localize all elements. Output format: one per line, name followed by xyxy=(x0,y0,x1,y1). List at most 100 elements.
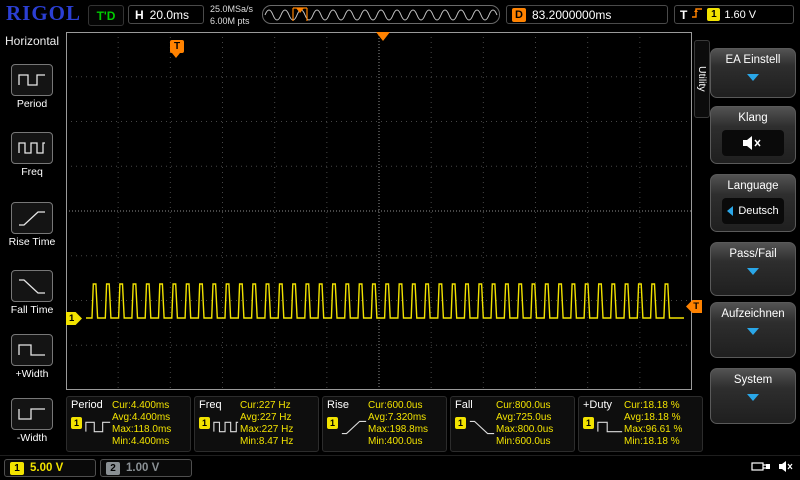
channel-status-bar: 1 5.00 V 2 1.00 V xyxy=(0,455,800,480)
trigger-display: T 1 1.60 V xyxy=(674,5,794,24)
measurement-stats: Avg:725.0us Max:800.0us Min:600.0us xyxy=(496,412,554,447)
horizontal-measure-menu: Horizontal Period Freq Rise Time Fall Ti… xyxy=(0,30,64,455)
measurement-plus-duty: +Duty Cur:18.18 % 1 Avg:18.18 % Max:96.6… xyxy=(578,396,703,452)
softkey-label: Freq xyxy=(21,166,43,178)
softkey-label: Fall Time xyxy=(10,304,54,316)
channel1-status[interactable]: 1 5.00 V xyxy=(4,459,96,477)
delay-label: D xyxy=(512,7,526,22)
softkey-label: Period xyxy=(16,98,48,110)
channel-badge: 1 xyxy=(327,417,338,429)
timebase-label: H xyxy=(135,7,144,22)
timebase-value: 20.0ms xyxy=(149,7,190,22)
delay-display: D 83.2000000ms xyxy=(506,5,668,24)
status-icons xyxy=(751,460,794,473)
sound-value-box xyxy=(722,130,784,156)
measurement-cur: Cur:800.0us xyxy=(496,400,551,411)
freq-glyph-icon xyxy=(213,421,239,433)
channel-badge: 1 xyxy=(455,417,466,429)
timebase-display: H 20.0ms xyxy=(128,5,204,24)
channel1-marker-label: 1 xyxy=(69,313,75,324)
plus-width-icon xyxy=(11,334,53,366)
rigol-logo: RIGOL xyxy=(6,1,82,25)
rise-glyph-icon xyxy=(341,420,367,435)
freq-icon xyxy=(11,132,53,164)
menu-button-pass-fail[interactable]: Pass/Fail xyxy=(710,242,796,296)
softkey-label: +Width xyxy=(15,368,49,380)
softkey-plus-width[interactable]: +Width xyxy=(0,334,64,380)
measurement-cur: Cur:18.18 % xyxy=(624,400,680,411)
usb-icon xyxy=(751,462,770,471)
menu-button-system[interactable]: System xyxy=(710,368,796,424)
measurement-cur: Cur:4.400ms xyxy=(112,400,170,411)
chevron-down-icon xyxy=(747,74,759,81)
measurement-fall: Fall Cur:800.0us 1 Avg:725.0us Max:800.0… xyxy=(450,396,575,452)
softkey-label: Rise Time xyxy=(8,236,56,248)
softkey-period[interactable]: Period xyxy=(0,64,64,110)
chevron-down-icon xyxy=(747,268,759,275)
speaker-icon xyxy=(779,461,793,472)
trigger-label: T xyxy=(680,7,688,22)
softkey-fall-time[interactable]: Fall Time xyxy=(0,270,64,316)
trigger-position-marker[interactable]: T xyxy=(170,40,184,58)
rise-time-icon xyxy=(11,202,53,234)
sample-rate: 25.0MSa/s xyxy=(210,4,254,14)
minus-width-icon xyxy=(11,398,53,430)
speaker-mute-icon xyxy=(743,136,761,150)
measurement-freq: Freq Cur:227 Hz 1 Avg:227 Hz Max:227 Hz … xyxy=(194,396,319,452)
measurement-name: Freq xyxy=(199,399,222,411)
measurement-bar: Period Cur:4.400ms 1 Avg:4.400ms Max:118… xyxy=(66,396,703,452)
channel1-badge: 1 xyxy=(10,461,24,475)
memory-position-bar[interactable] xyxy=(262,5,500,24)
measurement-stats: Avg:227 Hz Max:227 Hz Min:8.47 Hz xyxy=(240,412,294,447)
period-icon xyxy=(11,64,53,96)
utility-menu-tab: Utility xyxy=(694,40,710,118)
waveform-display-area xyxy=(66,32,692,390)
acquisition-info: 25.0MSa/s 6.00M pts xyxy=(210,4,253,27)
measurement-name: +Duty xyxy=(583,399,613,411)
duty-glyph-icon xyxy=(597,421,623,433)
menu-button-sound[interactable]: Klang xyxy=(710,106,796,164)
utility-menu: Utility EA Einstell Klang Language Deuts… xyxy=(694,30,800,455)
measurement-name: Period xyxy=(71,399,103,411)
channel-badge: 1 xyxy=(199,417,210,429)
measurement-name: Rise xyxy=(327,399,350,411)
top-status-bar: RIGOL T'D H 20.0ms 25.0MSa/s 6.00M pts D… xyxy=(0,0,800,30)
softkey-rise-time[interactable]: Rise Time xyxy=(0,202,64,248)
language-value-box: Deutsch xyxy=(722,198,784,224)
menu-button-io-setup[interactable]: EA Einstell xyxy=(710,48,796,98)
measurement-cur: Cur:227 Hz xyxy=(240,400,291,411)
channel2-badge: 2 xyxy=(106,461,120,475)
delay-value: 83.2000000ms xyxy=(532,7,612,22)
fall-glyph-icon xyxy=(469,420,495,435)
chevron-left-icon xyxy=(727,206,734,216)
softkey-label: -Width xyxy=(16,432,48,444)
fall-time-icon xyxy=(11,270,53,302)
period-glyph-icon xyxy=(85,421,111,433)
chevron-down-icon xyxy=(747,394,759,401)
channel2-scale: 1.00 V xyxy=(126,462,160,474)
chevron-down-icon xyxy=(747,328,759,335)
memory-waveform-preview xyxy=(264,7,498,21)
channel-badge: 1 xyxy=(71,417,82,429)
channel2-status[interactable]: 2 1.00 V xyxy=(100,459,192,477)
trigger-position-label: T xyxy=(173,41,181,52)
measurement-period: Period Cur:4.400ms 1 Avg:4.400ms Max:118… xyxy=(66,396,191,452)
measurement-stats: Avg:18.18 % Max:96.61 % Min:18.18 % xyxy=(624,412,683,447)
measurement-stats: Avg:7.320ms Max:198.8ms Min:400.0us xyxy=(368,412,429,447)
graticule xyxy=(66,32,692,390)
menu-button-language[interactable]: Language Deutsch xyxy=(710,174,796,232)
channel-badge: 1 xyxy=(583,417,594,429)
trigger-source-badge: 1 xyxy=(707,8,721,21)
left-menu-title: Horizontal xyxy=(4,34,60,48)
rising-edge-icon xyxy=(691,6,703,24)
trigger-level-value: 1.60 V xyxy=(724,8,757,21)
trigger-position-triangle xyxy=(376,32,390,41)
memory-depth: 6.00M pts xyxy=(210,15,250,26)
oscilloscope-screen: RIGOL T'D H 20.0ms 25.0MSa/s 6.00M pts D… xyxy=(0,0,800,480)
softkey-freq[interactable]: Freq xyxy=(0,132,64,178)
channel1-scale: 5.00 V xyxy=(30,462,64,474)
trigger-status-badge: T'D xyxy=(88,5,124,26)
menu-button-record[interactable]: Aufzeichnen xyxy=(710,302,796,358)
measurement-stats: Avg:4.400ms Max:118.0ms Min:4.400ms xyxy=(112,412,172,447)
softkey-minus-width[interactable]: -Width xyxy=(0,398,64,444)
